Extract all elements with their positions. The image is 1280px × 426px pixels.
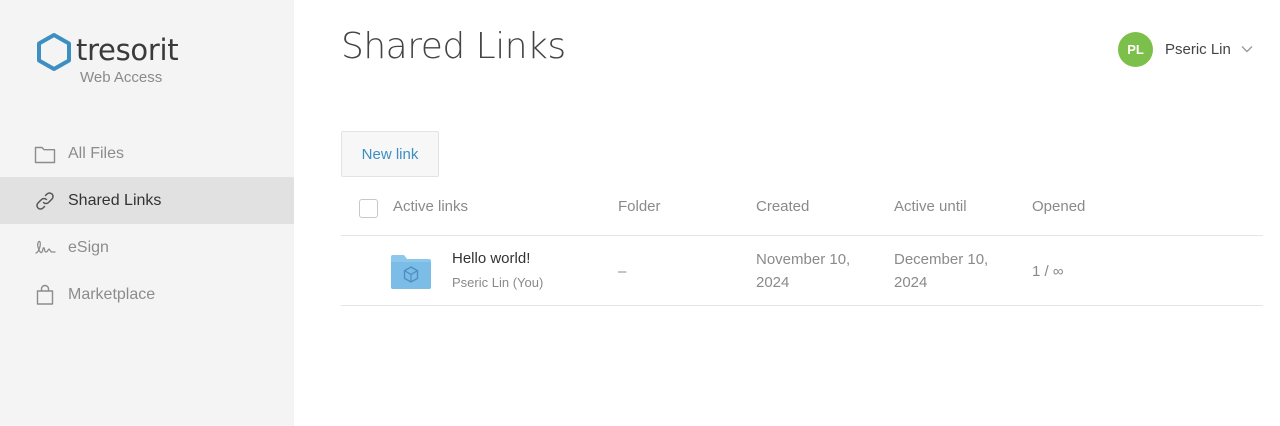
active-until-cell: December 10, 2024	[894, 248, 988, 294]
created-date-line: November 10,	[756, 251, 851, 268]
column-header-opened[interactable]: Opened	[1032, 198, 1085, 215]
avatar: PL	[1118, 31, 1153, 67]
signature-icon	[34, 237, 56, 259]
column-header-active-until[interactable]: Active until	[894, 198, 967, 215]
until-date-line: December 10,	[894, 251, 989, 268]
sidebar-item-label: Shared Links	[68, 191, 162, 209]
user-name: Pseric Lin	[1165, 40, 1231, 58]
brand-subtitle: Web Access	[80, 69, 163, 86]
sidebar-item-marketplace[interactable]: Marketplace	[0, 271, 294, 318]
brand-name: tresorit	[76, 33, 179, 67]
tresorit-logo-icon	[37, 33, 71, 71]
link-icon	[34, 190, 56, 212]
link-owner: Pseric Lin (You)	[452, 275, 544, 290]
select-all-checkbox[interactable]	[359, 199, 378, 218]
folder-cell: –	[618, 263, 627, 280]
sidebar-item-label: eSign	[68, 238, 109, 256]
shared-links-table: Active links Folder Created Active until…	[341, 184, 1263, 306]
sidebar-item-label: Marketplace	[68, 285, 156, 303]
user-menu[interactable]: PL Pseric Lin	[1118, 31, 1253, 67]
shared-folder-icon	[391, 255, 431, 289]
sidebar-nav: All Files Shared Links eSign Marketplace	[0, 130, 294, 318]
sidebar-item-all-files[interactable]: All Files	[0, 130, 294, 177]
until-year-line: 2024	[894, 274, 928, 291]
folder-icon	[34, 143, 56, 165]
column-header-created[interactable]: Created	[756, 198, 809, 215]
created-cell: November 10, 2024	[756, 248, 850, 294]
link-name[interactable]: Hello world!	[452, 250, 530, 267]
created-year-line: 2024	[756, 274, 790, 291]
column-header-active-links[interactable]: Active links	[393, 198, 468, 215]
opened-cell: 1 / ∞	[1032, 263, 1064, 280]
sidebar-item-esign[interactable]: eSign	[0, 224, 294, 271]
sidebar-item-label: All Files	[68, 144, 125, 162]
page-title: Shared Links	[341, 26, 566, 67]
sidebar: tresorit Web Access All Files Shared Lin…	[0, 0, 294, 426]
column-header-folder[interactable]: Folder	[618, 198, 661, 215]
table-row[interactable]: Hello world! Pseric Lin (You) – November…	[341, 236, 1263, 306]
chevron-down-icon	[1241, 43, 1253, 55]
new-link-button[interactable]: New link	[341, 131, 439, 177]
shopping-bag-icon	[34, 284, 56, 306]
table-header: Active links Folder Created Active until…	[341, 184, 1263, 236]
sidebar-item-shared-links[interactable]: Shared Links	[0, 177, 294, 224]
